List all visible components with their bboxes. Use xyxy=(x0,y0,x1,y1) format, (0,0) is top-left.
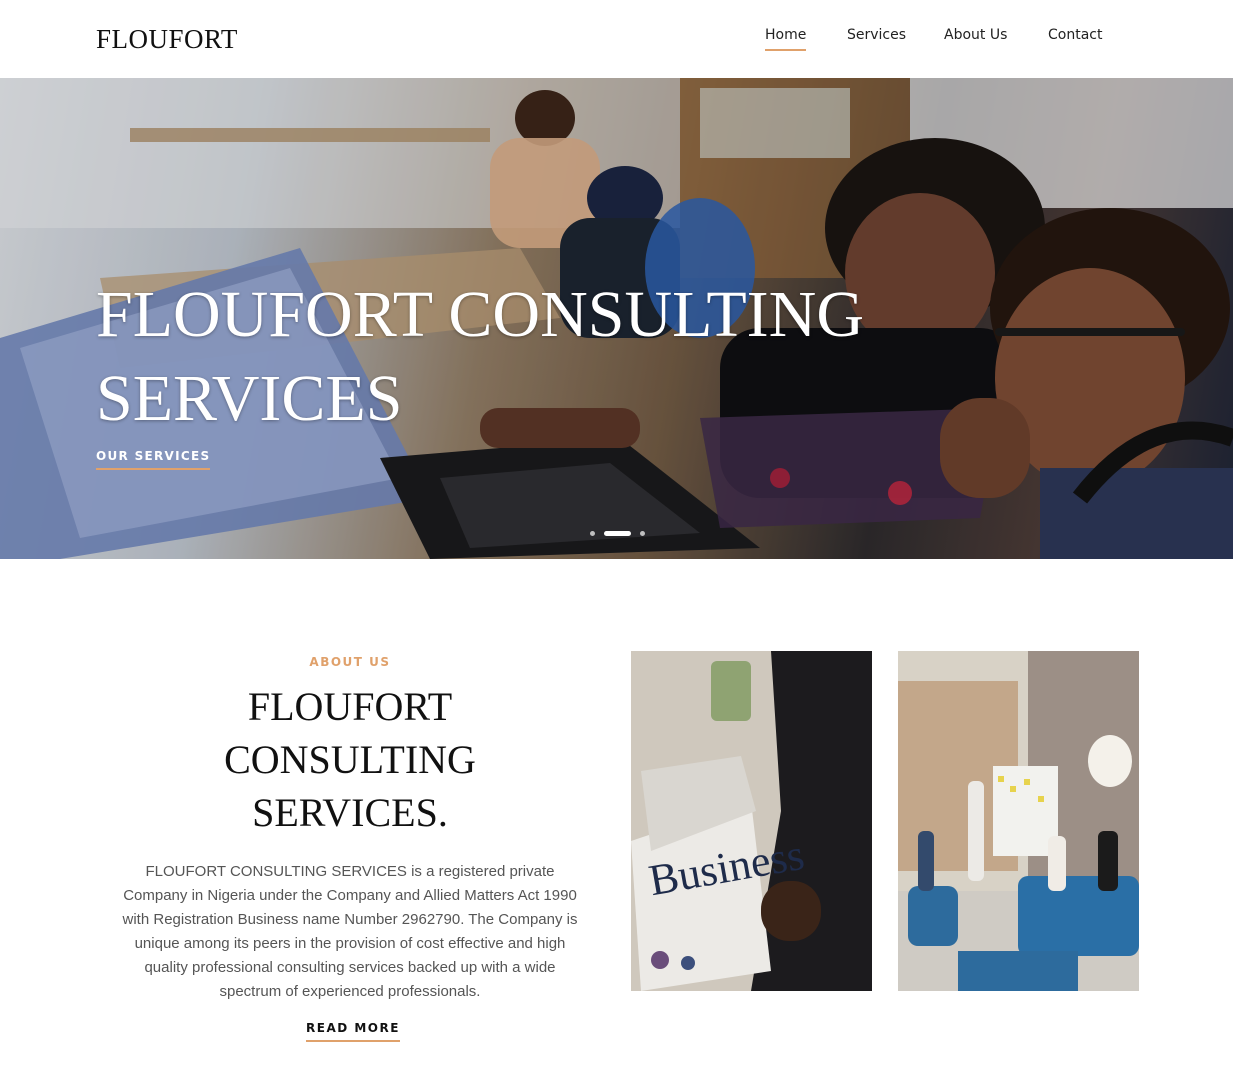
nav-contact[interactable]: Contact xyxy=(1048,27,1102,43)
team-meeting-photo xyxy=(898,651,1139,991)
about-title-line-3: SERVICES. xyxy=(252,790,448,835)
our-services-button[interactable]: OUR SERVICES xyxy=(96,449,211,470)
hero-title: FLOUFORT CONSULTING SERVICES xyxy=(96,273,996,441)
hero-title-line-2: SERVICES xyxy=(96,362,403,435)
about-eyebrow: ABOUT US xyxy=(309,655,391,669)
hero-slider: FLOUFORT CONSULTING SERVICES OUR SERVICE… xyxy=(0,78,1233,559)
meeting-illustration xyxy=(898,651,1139,991)
site-header: FLOUFORT Home Services About Us Contact xyxy=(0,0,1233,78)
about-title-line-2: CONSULTING xyxy=(224,737,476,782)
main-nav: Home Services About Us Contact xyxy=(0,27,1233,57)
about-title-line-1: FLOUFORT xyxy=(247,684,453,729)
nav-about-us[interactable]: About Us xyxy=(944,27,1007,43)
nav-home[interactable]: Home xyxy=(765,27,807,51)
business-newspaper-photo: Business xyxy=(631,651,872,991)
nav-services[interactable]: Services xyxy=(847,27,906,43)
slider-dot-3[interactable] xyxy=(640,531,645,536)
hero-title-line-1: FLOUFORT CONSULTING xyxy=(96,278,864,351)
newspaper-illustration xyxy=(631,651,872,991)
about-title: FLOUFORT CONSULTING SERVICES. xyxy=(130,680,570,839)
about-description: FLOUFORT CONSULTING SERVICES is a regist… xyxy=(122,863,578,1000)
slider-dot-1[interactable] xyxy=(590,531,595,536)
slider-dot-2[interactable] xyxy=(604,531,631,536)
read-more-button[interactable]: READ MORE xyxy=(306,1021,400,1042)
